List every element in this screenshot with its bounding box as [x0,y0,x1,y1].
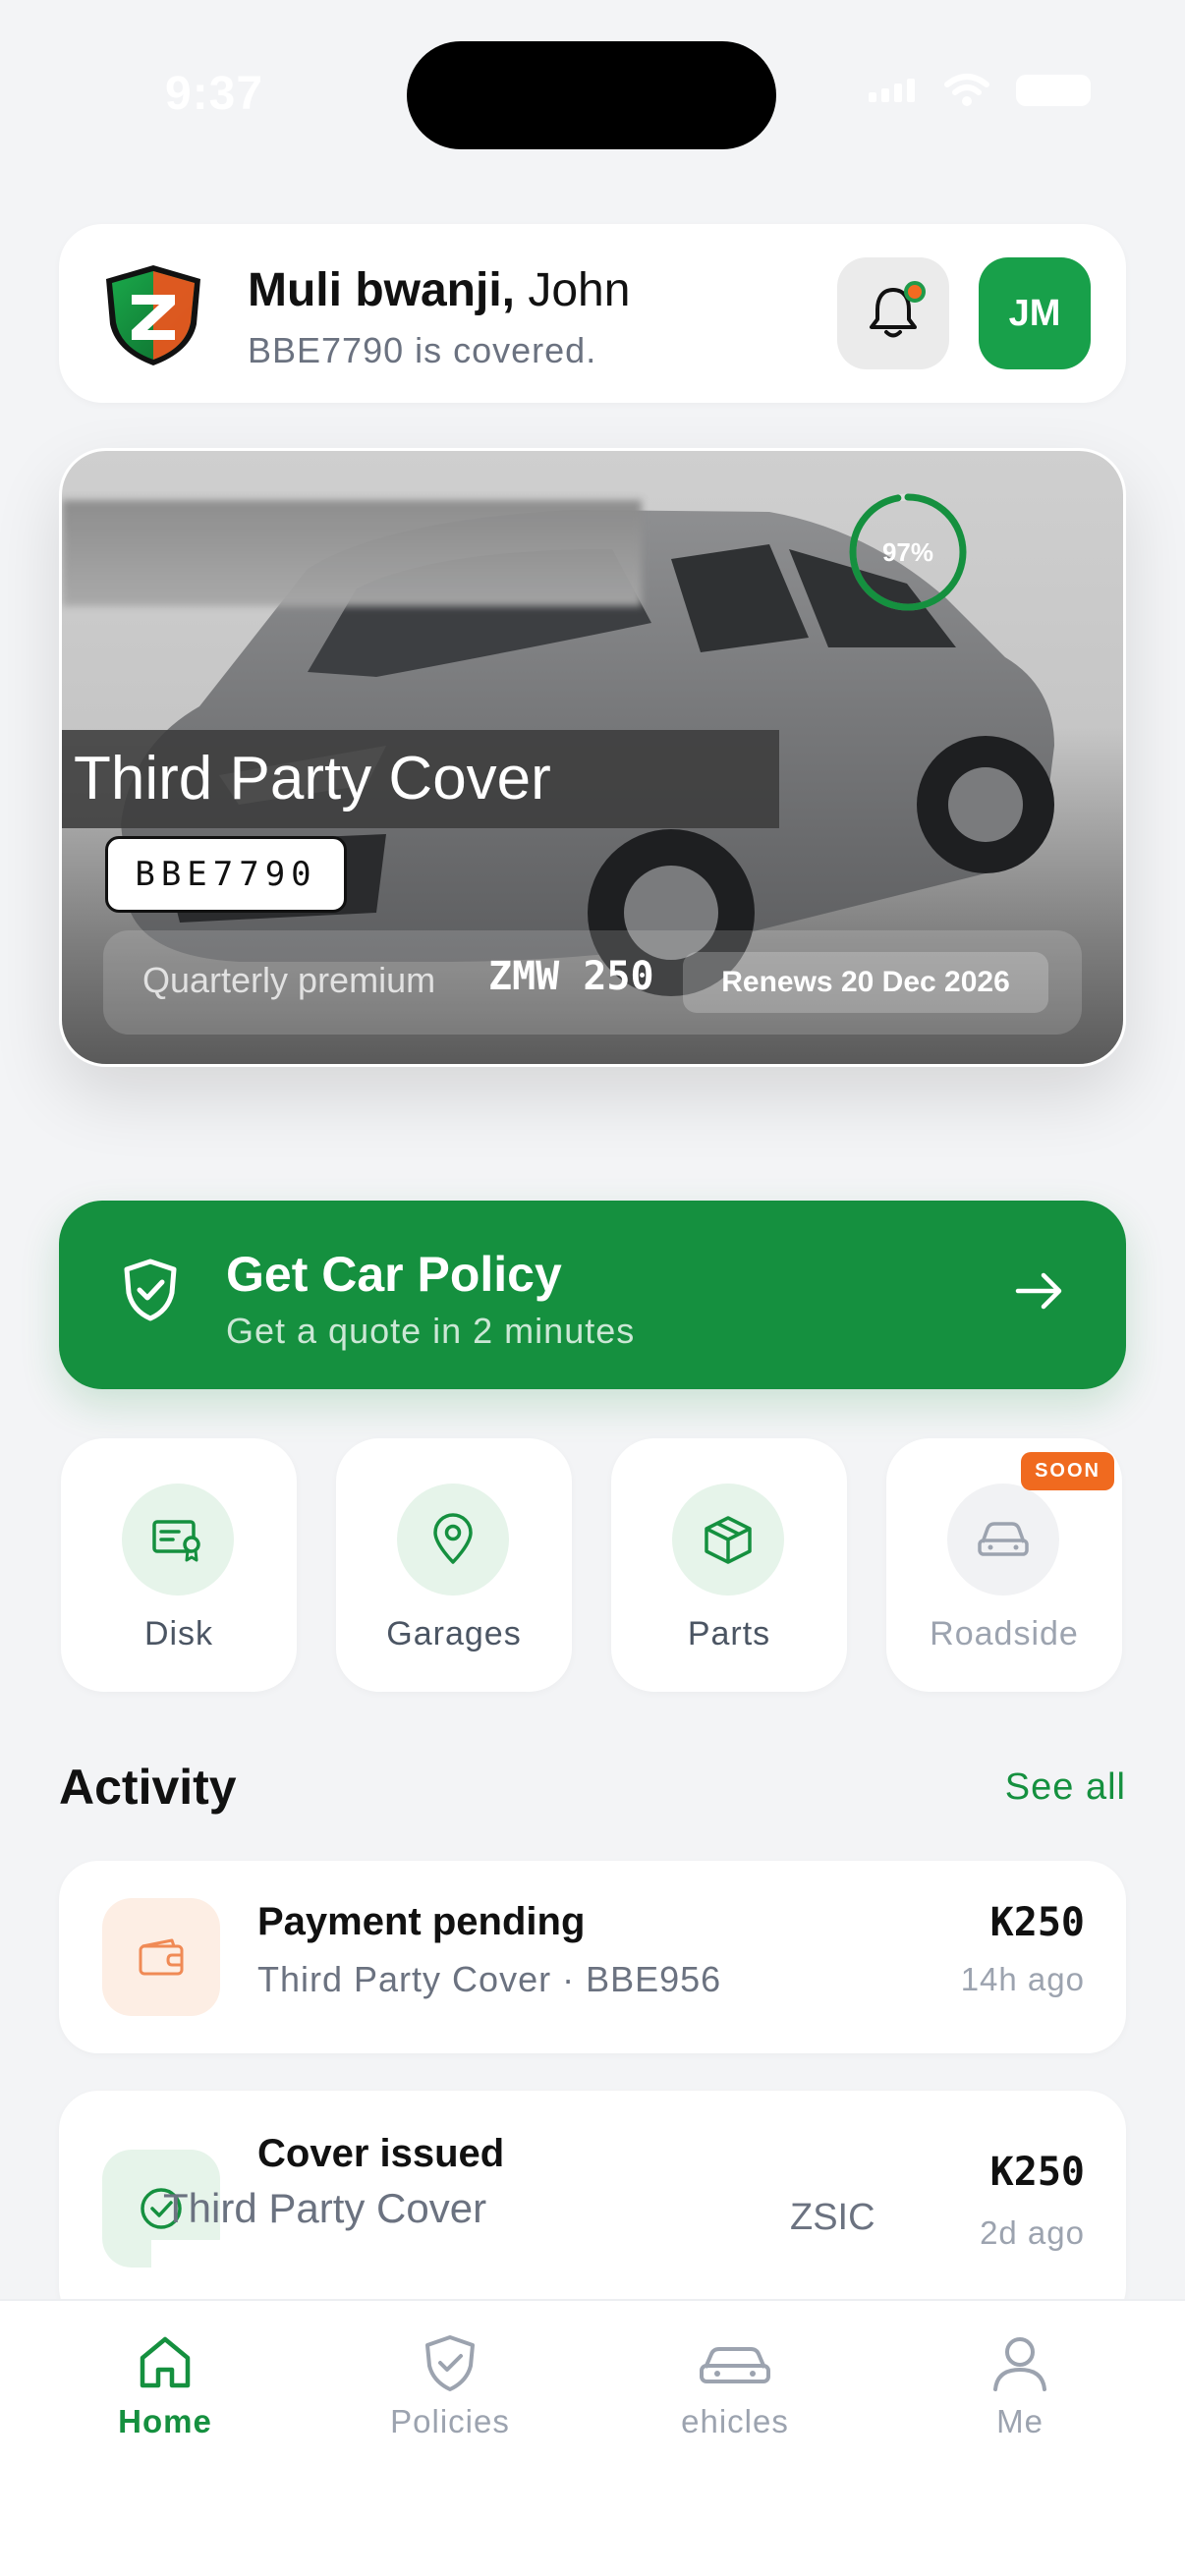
box-icon [705,1516,752,1564]
status-time: 9:37 [165,68,264,120]
header-card: Muli bwanji, John BBE7790 is covered. JM [59,224,1126,403]
activity-amount: K250 [989,2150,1085,2195]
car-icon [978,1522,1029,1556]
certificate-icon-wrap [122,1484,234,1596]
user-name: John [528,264,631,316]
quick-action-label: Garages [386,1615,522,1652]
quick-action-parts[interactable]: Parts [611,1438,847,1692]
policy-hero-card[interactable]: 97% Third Party Cover BBE7790 Quarterly … [59,448,1126,1067]
map-pin-icon [433,1513,473,1564]
soon-badge: SOON [1021,1452,1114,1490]
activity-item-payment-pending[interactable]: Payment pending Third Party Cover · BBE9… [59,1861,1126,2053]
quick-action-disk[interactable]: Disk [61,1438,297,1692]
get-car-policy-button[interactable]: Get Car Policy Get a quote in 2 minutes [59,1201,1126,1389]
activity-amount: K250 [989,1900,1085,1945]
shield-z-logo-icon [106,265,200,365]
car-icon-wrap [947,1484,1059,1596]
arrow-right-icon [1015,1272,1062,1310]
wallet-icon-wrap [102,1898,220,2016]
activity-subtitle: Third Party Cover · BBE956 [257,1959,722,1999]
activity-subtitle-overlay: Third Party Cover [163,2185,487,2231]
redacted-band [62,500,642,606]
quick-action-label: Parts [687,1615,771,1652]
renewal-badge: Renews 20 Dec 2026 [683,952,1048,1013]
tab-vehicles[interactable]: ehicles [617,2332,853,2470]
user-icon [993,2337,1046,2391]
avatar[interactable]: JM [979,257,1091,369]
box-icon-wrap [672,1484,784,1596]
quick-action-label: Roadside [930,1615,1079,1652]
activity-subtitle-fragment: ZSIC [790,2197,875,2238]
tab-me[interactable]: Me [902,2332,1138,2470]
overlay-mask [151,2240,592,2299]
dynamic-island [407,41,776,149]
greeting: Muli bwanji, John [248,263,630,317]
premium-amount: ZMW 250 [488,954,654,999]
coverage-status: BBE7790 is covered. [248,330,597,370]
tab-label: ehicles [681,2403,789,2439]
notifications-button[interactable] [837,257,949,369]
certificate-icon [152,1520,200,1562]
coverage-progress-text: 97% [881,536,934,567]
greeting-text: Muli bwanji, [248,264,515,316]
activity-heading: Activity [59,1760,237,1815]
bottom-tab-bar: Home Policies ehicles Me [0,2299,1185,2576]
map-pin-icon-wrap [397,1484,509,1596]
cover-type-title: Third Party Cover [74,745,551,812]
premium-label: Quarterly premium [142,960,436,1000]
tab-label: Home [118,2403,212,2439]
quick-action-roadside[interactable]: Roadside SOON [886,1438,1122,1692]
car-icon [700,2347,770,2383]
activity-title: Cover issued [257,2132,505,2175]
cta-subtitle: Get a quote in 2 minutes [226,1311,636,1351]
premium-bar: Quarterly premium ZMW 250 Renews 20 Dec … [103,930,1082,1035]
shield-check-icon [124,1259,177,1321]
tab-label: Me [996,2403,1044,2439]
signal-icon [869,79,915,102]
battery-icon [1016,75,1091,106]
license-plate: BBE7790 [105,836,347,913]
activity-time: 2d ago [980,2214,1085,2251]
home-icon [140,2336,191,2388]
shield-check-icon [425,2335,475,2391]
tab-home[interactable]: Home [47,2332,283,2470]
notification-dot [904,281,926,303]
activity-time: 14h ago [960,1961,1085,1997]
cta-title: Get Car Policy [226,1247,562,1302]
quick-action-label: Disk [143,1615,214,1652]
see-all-link[interactable]: See all [1005,1766,1126,1809]
wifi-icon [944,74,989,106]
activity-title: Payment pending [257,1900,586,1943]
wallet-icon [139,1938,184,1976]
quick-action-garages[interactable]: Garages [336,1438,572,1692]
tab-policies[interactable]: Policies [332,2332,568,2470]
status-icons [869,73,1091,108]
tab-label: Policies [390,2403,510,2439]
